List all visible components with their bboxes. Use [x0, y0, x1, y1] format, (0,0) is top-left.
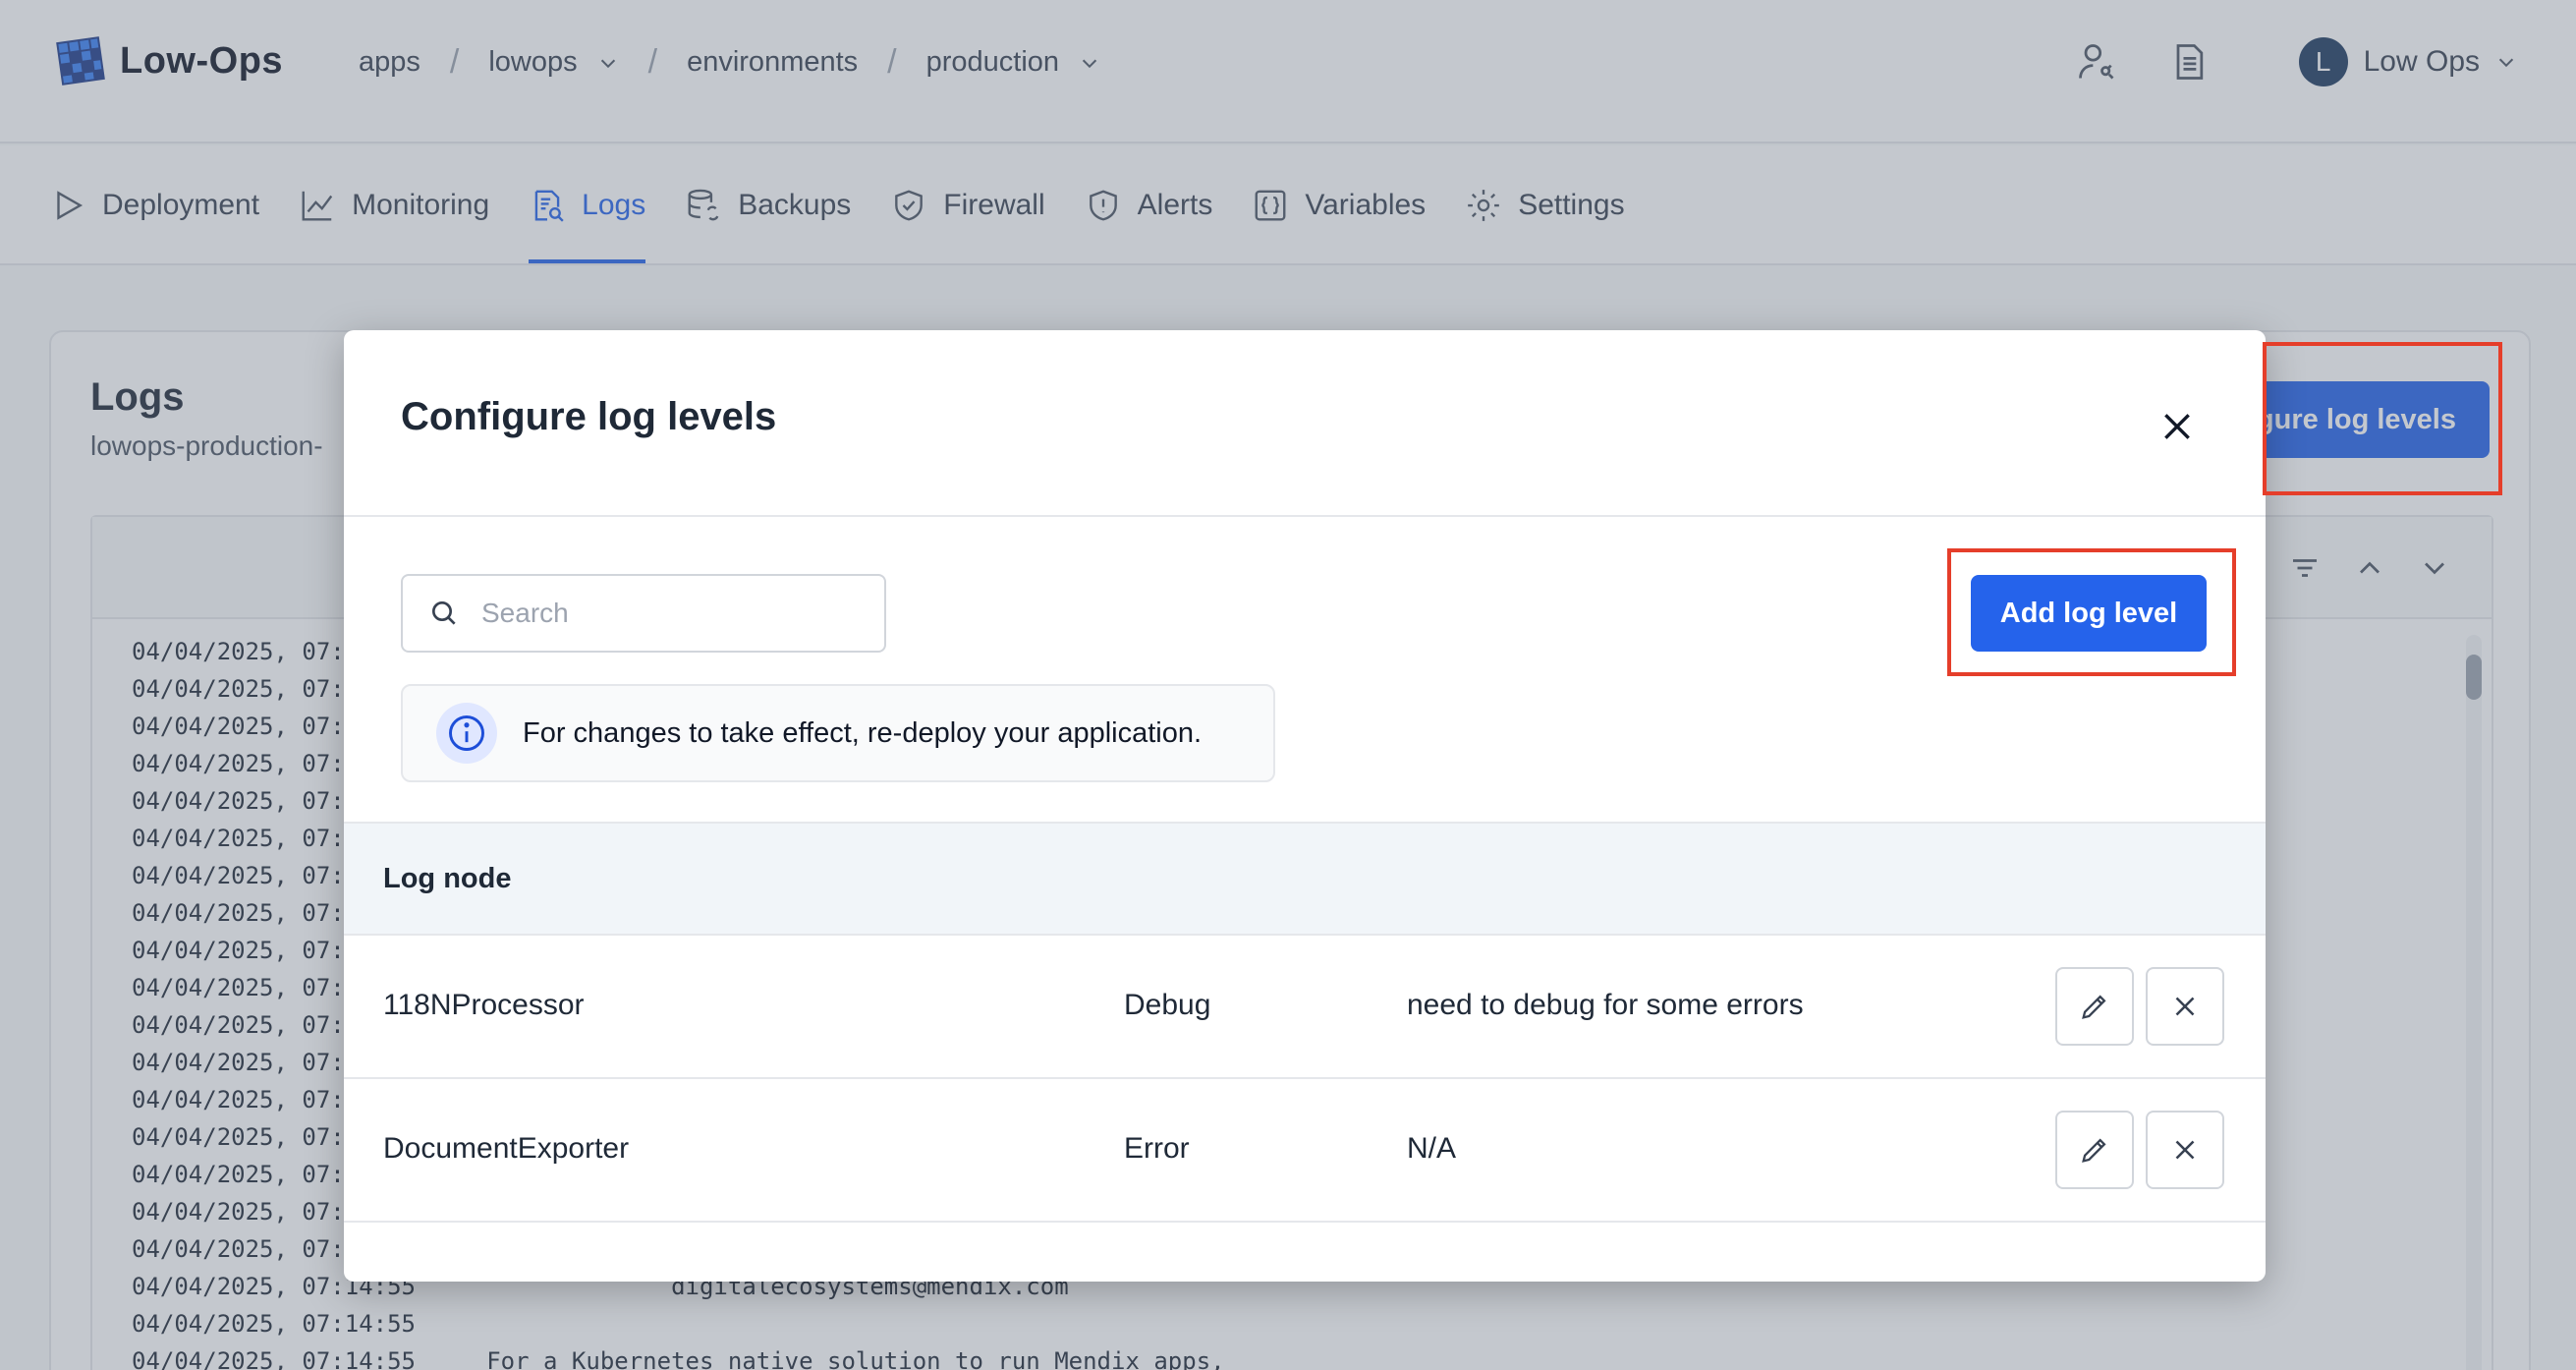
log-node-cell: DocumentExporter — [383, 1132, 630, 1165]
pencil-icon — [2082, 995, 2106, 1019]
highlight-box-add-button — [1947, 548, 2236, 676]
info-text: For changes to take effect, re-deploy yo… — [523, 716, 1203, 749]
close-icon — [2175, 997, 2195, 1016]
comment-cell: N/A — [1407, 1132, 1457, 1165]
search-input[interactable] — [481, 598, 855, 629]
search-icon — [432, 601, 456, 625]
log-level-cell: Debug — [1124, 989, 1211, 1021]
comment-cell: need to debug for some errors — [1407, 989, 1804, 1021]
delete-button[interactable] — [2146, 967, 2224, 1046]
log-level-table-header: Log node — [344, 822, 2266, 936]
close-button[interactable] — [2157, 407, 2197, 446]
close-icon — [2175, 1140, 2195, 1160]
search-field[interactable] — [401, 574, 886, 653]
log-level-cell: Error — [1124, 1132, 1190, 1165]
delete-button[interactable] — [2146, 1111, 2224, 1189]
column-header-log-node: Log node — [383, 863, 512, 894]
table-row: 118NProcessor Debug need to debug for so… — [344, 936, 2266, 1079]
edit-button[interactable] — [2055, 1111, 2134, 1189]
edit-button[interactable] — [2055, 967, 2134, 1046]
dialog-header: Configure log levels — [344, 330, 2266, 517]
table-row: DocumentExporter Error N/A — [344, 1079, 2266, 1223]
highlight-box-configure-button — [2263, 342, 2502, 495]
close-icon — [2164, 414, 2190, 439]
dialog-title: Configure log levels — [401, 395, 777, 438]
log-node-cell: 118NProcessor — [383, 989, 585, 1021]
info-banner: For changes to take effect, re-deploy yo… — [401, 684, 1275, 782]
configure-log-levels-dialog: Configure log levels Add log level For c… — [344, 330, 2266, 1282]
info-icon — [436, 703, 497, 764]
pencil-icon — [2082, 1138, 2106, 1163]
